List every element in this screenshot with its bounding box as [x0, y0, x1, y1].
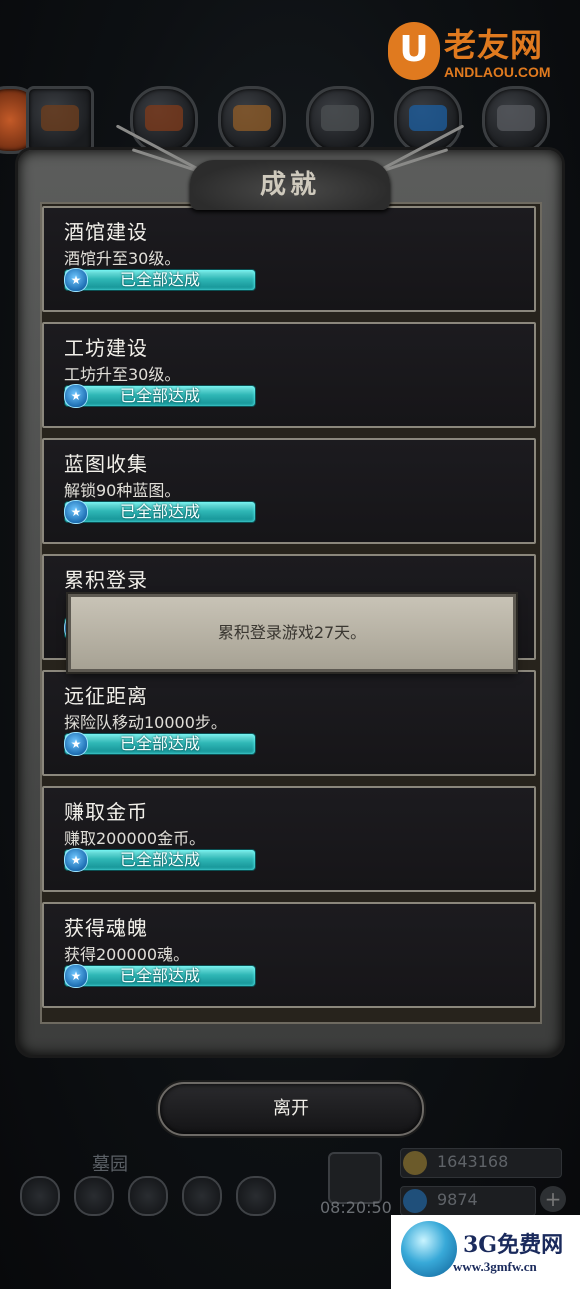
- add-resource-button[interactable]: +: [540, 1186, 566, 1212]
- achievement-status: 已全部达成: [119, 270, 200, 289]
- watermark-3gmfw: 3G免费网 www.3gmfw.cn: [391, 1215, 580, 1289]
- achievement-tooltip: 累积登录游戏27天。: [68, 594, 516, 672]
- achievement-name: 赚取金币: [64, 800, 148, 824]
- gold-value: 1643168: [437, 1152, 509, 1171]
- achievement-progress-bar: 已全部达成 ★: [64, 500, 256, 524]
- skill-slot-icon[interactable]: [236, 1176, 276, 1216]
- achievement-name: 工坊建设: [64, 336, 148, 360]
- achievement-card: 工坊建设 工坊升至30级。 已全部达成 ★: [42, 322, 536, 428]
- skill-slot-icon[interactable]: [128, 1176, 168, 1216]
- achievement-card: 酒馆建设 酒馆升至30级。 已全部达成 ★: [42, 206, 536, 312]
- skill-slot-icon[interactable]: [20, 1176, 60, 1216]
- skill-slot-icon[interactable]: [182, 1176, 222, 1216]
- star-icon: ★: [64, 848, 88, 872]
- star-icon: ★: [64, 384, 88, 408]
- achievement-name: 远征距离: [64, 684, 148, 708]
- achievement-card: 远征距离 探险队移动10000步。 已全部达成 ★: [42, 670, 536, 776]
- gift-chest-icon[interactable]: [328, 1152, 382, 1204]
- watermark-domain: www.3gmfw.cn: [453, 1259, 537, 1274]
- gold-counter: 1643168: [400, 1148, 562, 1178]
- achievement-card: 获得魂魄 获得200000魂。 已全部达成 ★: [42, 902, 536, 1008]
- achievement-desc: 赚取200000金币。: [64, 829, 206, 848]
- star-icon: ★: [64, 732, 88, 756]
- achievement-status: 已全部达成: [119, 850, 200, 869]
- gold-coin-icon: [403, 1151, 427, 1175]
- achievement-status: 已全部达成: [119, 966, 200, 985]
- watermark-domain: ANDLAOU.COM: [444, 64, 551, 80]
- achievement-progress-bar: 已全部达成 ★: [64, 848, 256, 872]
- achievement-desc: 酒馆升至30级。: [64, 249, 181, 268]
- achievement-name: 酒馆建设: [64, 220, 148, 244]
- star-icon: ★: [64, 268, 88, 292]
- achievement-desc: 获得200000魂。: [64, 945, 190, 964]
- watermark-text: 老友网: [444, 26, 544, 64]
- leave-button[interactable]: 离开: [158, 1082, 424, 1136]
- location-label: 墓园: [92, 1154, 128, 1175]
- game-clock: 08:20:50: [320, 1198, 392, 1217]
- weapon-slot-icon[interactable]: [26, 86, 94, 154]
- achievement-progress-bar: 已全部达成 ★: [64, 964, 256, 988]
- achievement-progress-bar: 已全部达成 ★: [64, 732, 256, 756]
- soul-icon: [403, 1189, 427, 1213]
- achievement-status: 已全部达成: [119, 386, 200, 405]
- achievement-status: 已全部达成: [119, 734, 200, 753]
- 3gmfw-logo-icon: [401, 1221, 457, 1277]
- star-icon: ★: [64, 500, 88, 524]
- watermark-laoyou: U 老友网 ANDLAOU.COM: [386, 18, 566, 84]
- soul-counter: 9874: [400, 1186, 536, 1216]
- watermark-text: 3G免费网: [463, 1232, 564, 1258]
- achievement-name: 获得魂魄: [64, 916, 148, 940]
- forge-menu-icon[interactable]: [482, 86, 550, 154]
- achievement-progress-bar: 已全部达成 ★: [64, 384, 256, 408]
- achievement-card: 蓝图收集 解锁90种蓝图。 已全部达成 ★: [42, 438, 536, 544]
- achievement-name: 累积登录: [64, 568, 148, 592]
- achievement-desc: 工坊升至30级。: [64, 365, 181, 384]
- achievement-status: 已全部达成: [119, 502, 200, 521]
- achievement-name: 蓝图收集: [64, 452, 148, 476]
- achievement-progress-bar: 已全部达成 ★: [64, 268, 256, 292]
- laoyou-logo-icon: U: [388, 22, 440, 80]
- achievement-desc: 探险队移动10000步。: [64, 713, 227, 732]
- star-icon: ★: [64, 964, 88, 988]
- panel-title: 成就: [190, 160, 390, 210]
- achievement-desc: 解锁90种蓝图。: [64, 481, 181, 500]
- soul-value: 9874: [437, 1190, 478, 1209]
- skill-slot-icon[interactable]: [74, 1176, 114, 1216]
- achievement-card: 赚取金币 赚取200000金币。 已全部达成 ★: [42, 786, 536, 892]
